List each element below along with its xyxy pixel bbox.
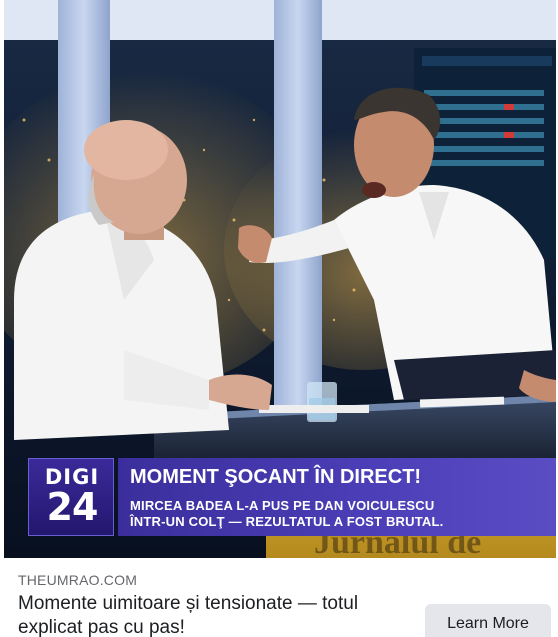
news-lower-third: DIGI 24 MOMENT ŞOCANT ÎN DIRECT! MIRCEA … [28, 458, 556, 536]
channel-logo: DIGI 24 [28, 458, 114, 536]
banner-subline-2: ÎNTR-UN COLŢ — REZULTATUL A FOST BRUTAL. [130, 514, 444, 529]
learn-more-button[interactable]: Learn More [425, 604, 551, 637]
ad-image[interactable]: Jurnalul de DIGI 24 MOMENT ŞOCANT ÎN DIR… [4, 0, 556, 558]
headline-banner: MOMENT ŞOCANT ÎN DIRECT! MIRCEA BADEA L-… [118, 458, 556, 536]
ad-title[interactable]: Momente uimitoare și tensionate — totul … [18, 592, 408, 637]
banner-subline-1: MIRCEA BADEA L-A PUS PE DAN VOICULESCU [130, 498, 435, 513]
sponsored-ad-card[interactable]: Jurnalul de DIGI 24 MOMENT ŞOCANT ÎN DIR… [0, 0, 558, 637]
logo-bottom-text: 24 [46, 485, 99, 529]
ad-domain[interactable]: THEUMRAO.COM [18, 572, 137, 588]
banner-headline: MOMENT ŞOCANT ÎN DIRECT! [130, 466, 422, 488]
